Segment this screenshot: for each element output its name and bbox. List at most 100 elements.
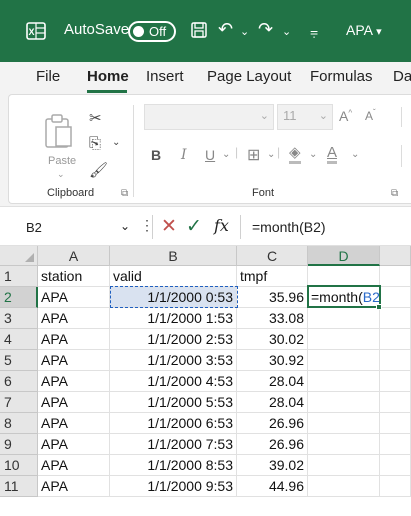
cell-e6[interactable] xyxy=(380,371,411,392)
cell-c7[interactable]: 28.04 xyxy=(237,392,308,413)
cell-c10[interactable]: 39.02 xyxy=(237,455,308,476)
cell-a8[interactable]: APA xyxy=(38,413,110,434)
row-header[interactable]: 11 xyxy=(0,476,38,497)
cancel-icon[interactable]: ✕ xyxy=(161,215,177,238)
cell-a2[interactable]: APA xyxy=(38,287,110,308)
cell-a5[interactable]: APA xyxy=(38,350,110,371)
cut-icon[interactable]: ✂ xyxy=(89,109,102,127)
row-header[interactable]: 9 xyxy=(0,434,38,455)
enter-icon[interactable]: ✓ xyxy=(186,215,202,238)
chevron-down-icon[interactable]: ⌄ xyxy=(282,25,291,38)
paste-label[interactable]: Paste xyxy=(48,155,76,167)
cell-c4[interactable]: 30.02 xyxy=(237,329,308,350)
copy-icon[interactable]: ⎘ xyxy=(89,135,101,152)
undo-icon[interactable]: ↶ xyxy=(218,19,233,40)
cell-b7[interactable]: 1/1/2000 5:53 xyxy=(110,392,237,413)
borders-icon[interactable]: ⊞ xyxy=(247,145,260,165)
fill-color-icon[interactable]: ◈ xyxy=(289,145,301,164)
format-painter-icon[interactable]: 🖌 xyxy=(89,161,108,179)
chevron-down-icon[interactable]: ⌄ xyxy=(351,149,359,160)
cell-b9[interactable]: 1/1/2000 7:53 xyxy=(110,434,237,455)
tab-formulas[interactable]: Formulas xyxy=(310,68,373,85)
cell-e5[interactable] xyxy=(380,350,411,371)
insert-function-icon[interactable]: fx xyxy=(214,216,229,235)
font-launcher-icon[interactable]: ⧉ xyxy=(391,188,398,199)
column-header-a[interactable]: A xyxy=(38,246,110,266)
select-all-button[interactable] xyxy=(0,246,38,266)
tab-file[interactable]: File xyxy=(36,68,60,85)
cell-c5[interactable]: 30.92 xyxy=(237,350,308,371)
italic-icon[interactable]: I xyxy=(181,147,187,163)
cell-b1[interactable]: valid xyxy=(110,266,237,287)
cell-a6[interactable]: APA xyxy=(38,371,110,392)
cell-d4[interactable] xyxy=(308,329,380,350)
save-icon[interactable] xyxy=(190,21,208,39)
name-box[interactable]: B2 xyxy=(26,220,42,235)
tab-page-layout[interactable]: Page Layout xyxy=(207,68,291,85)
chevron-down-icon[interactable]: ⌄ xyxy=(120,219,130,233)
chevron-down-icon[interactable]: ⌄ xyxy=(267,149,275,160)
cell-b11[interactable]: 1/1/2000 9:53 xyxy=(110,476,237,497)
paste-icon[interactable] xyxy=(43,113,73,149)
chevron-down-icon[interactable]: ⌄ xyxy=(309,149,317,160)
cell-d11[interactable] xyxy=(308,476,380,497)
cell-c8[interactable]: 26.96 xyxy=(237,413,308,434)
cell-d10[interactable] xyxy=(308,455,380,476)
cell-a11[interactable]: APA xyxy=(38,476,110,497)
tab-home[interactable]: Home xyxy=(87,68,129,85)
cell-b8[interactable]: 1/1/2000 6:53 xyxy=(110,413,237,434)
cell-c2[interactable]: 35.96 xyxy=(237,287,308,308)
row-header[interactable]: 3 xyxy=(0,308,38,329)
cell-e3[interactable] xyxy=(380,308,411,329)
column-header-c[interactable]: C xyxy=(237,246,308,266)
cell-b3[interactable]: 1/1/2000 1:53 xyxy=(110,308,237,329)
cell-d1[interactable] xyxy=(308,266,380,287)
column-header-b[interactable]: B xyxy=(110,246,237,266)
cell-e11[interactable] xyxy=(380,476,411,497)
autosave-toggle[interactable]: Off xyxy=(128,21,176,42)
cell-b4[interactable]: 1/1/2000 2:53 xyxy=(110,329,237,350)
chevron-down-icon[interactable]: ⌄ xyxy=(222,149,230,160)
cell-a3[interactable]: APA xyxy=(38,308,110,329)
chevron-down-icon[interactable]: ⌄ xyxy=(57,169,65,180)
increase-font-icon[interactable]: A^ xyxy=(339,108,352,124)
font-color-icon[interactable]: A xyxy=(327,145,338,164)
cell-b10[interactable]: 1/1/2000 8:53 xyxy=(110,455,237,476)
clipboard-launcher-icon[interactable]: ⧉ xyxy=(121,188,128,199)
cell-a7[interactable]: APA xyxy=(38,392,110,413)
underline-icon[interactable]: U xyxy=(205,147,215,163)
cell-e10[interactable] xyxy=(380,455,411,476)
cell-a1[interactable]: station xyxy=(38,266,110,287)
cell-b6[interactable]: 1/1/2000 4:53 xyxy=(110,371,237,392)
profile-label[interactable]: APA ▾ xyxy=(346,22,382,38)
font-name-box[interactable]: ⌄ xyxy=(144,104,274,130)
customize-icon[interactable]: ⩦ xyxy=(310,23,318,40)
chevron-down-icon[interactable]: ⌄ xyxy=(240,25,249,38)
decrease-font-icon[interactable]: Aˇ xyxy=(365,108,376,123)
row-header[interactable]: 4 xyxy=(0,329,38,350)
cell-e2[interactable] xyxy=(380,287,411,308)
cell-c3[interactable]: 33.08 xyxy=(237,308,308,329)
cell-d8[interactable] xyxy=(308,413,380,434)
cell-e9[interactable] xyxy=(380,434,411,455)
cell-e1[interactable] xyxy=(380,266,411,287)
cell-e8[interactable] xyxy=(380,413,411,434)
formula-input[interactable]: =month(B2) xyxy=(252,219,326,235)
cell-a10[interactable]: APA xyxy=(38,455,110,476)
cell-c9[interactable]: 26.96 xyxy=(237,434,308,455)
bold-icon[interactable]: B xyxy=(151,147,161,163)
cell-a4[interactable]: APA xyxy=(38,329,110,350)
row-header[interactable]: 7 xyxy=(0,392,38,413)
row-header[interactable]: 1 xyxy=(0,266,38,287)
row-header[interactable]: 8 xyxy=(0,413,38,434)
tab-data[interactable]: Da xyxy=(393,68,411,85)
cell-d7[interactable] xyxy=(308,392,380,413)
row-header[interactable]: 2 xyxy=(0,287,38,308)
cell-a9[interactable]: APA xyxy=(38,434,110,455)
row-header[interactable]: 10 xyxy=(0,455,38,476)
cell-b5[interactable]: 1/1/2000 3:53 xyxy=(110,350,237,371)
cell-d5[interactable] xyxy=(308,350,380,371)
cell-d3[interactable] xyxy=(308,308,380,329)
cell-e7[interactable] xyxy=(380,392,411,413)
cell-d6[interactable] xyxy=(308,371,380,392)
